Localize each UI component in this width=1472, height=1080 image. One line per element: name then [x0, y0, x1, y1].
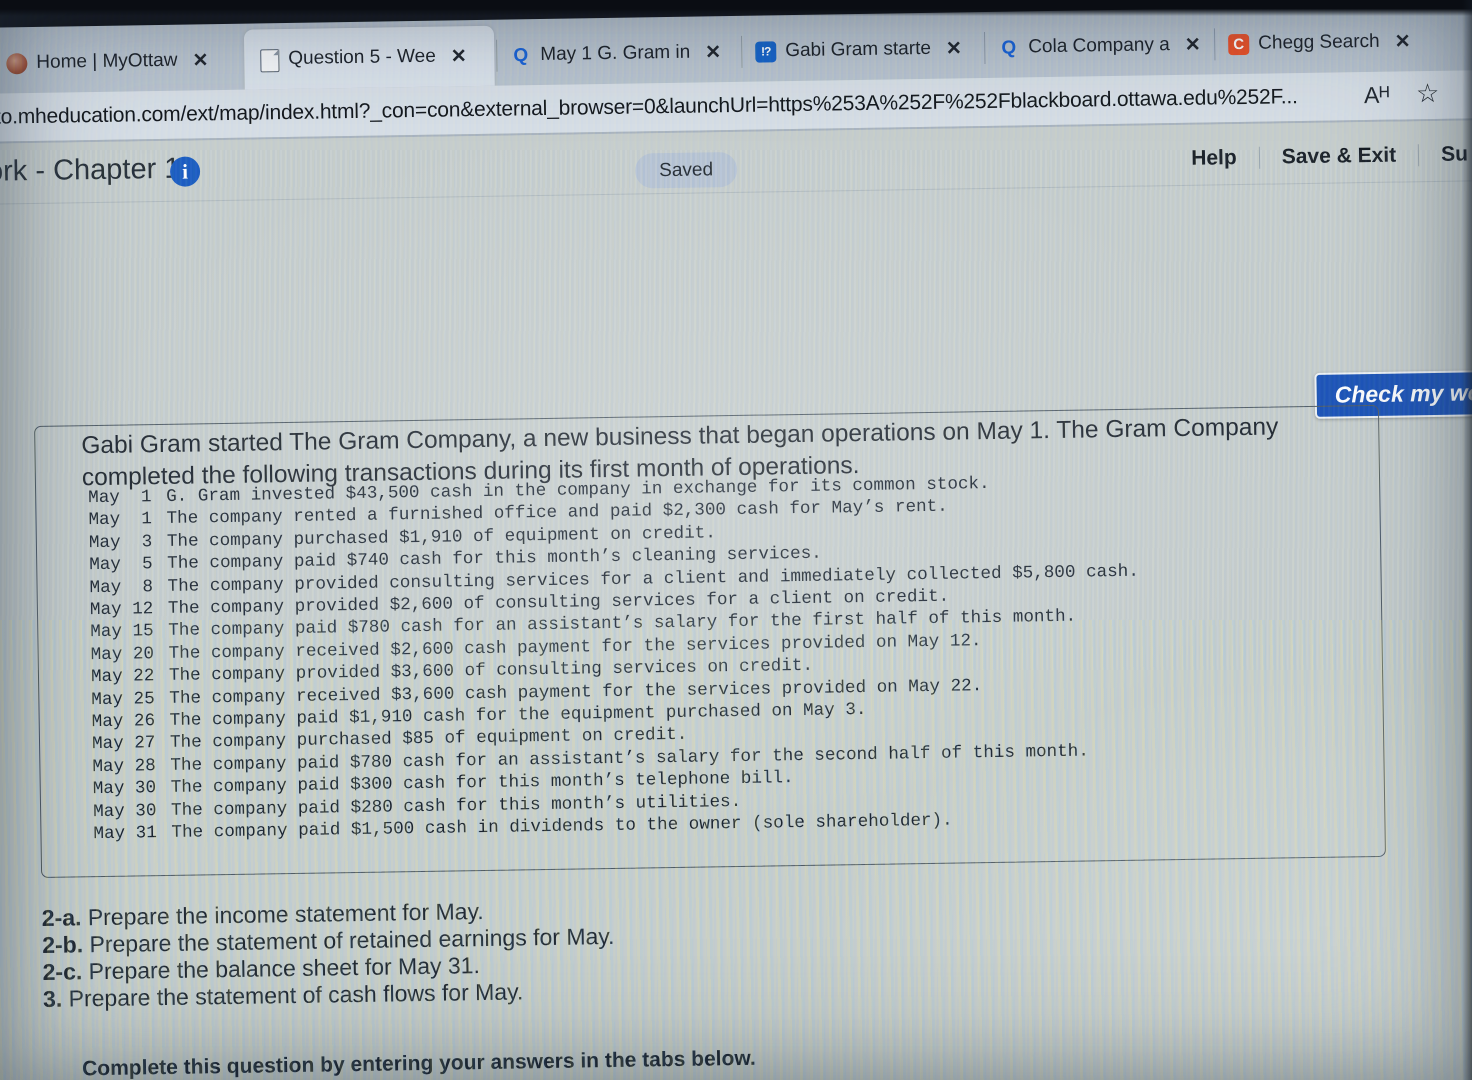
brainly-favicon: !? — [755, 40, 777, 63]
transaction-date: May 3 — [88, 531, 153, 553]
transactions-list: May 1 G. Gram invested $43,500 cash in th… — [88, 467, 1383, 846]
requirement-label: 2-b. — [42, 931, 84, 958]
close-icon[interactable]: ✕ — [946, 37, 962, 60]
save-and-exit-button[interactable]: Save & Exit — [1260, 143, 1419, 169]
add-to-favorites-icon[interactable]: ☆ — [1416, 78, 1440, 109]
close-icon[interactable]: ✕ — [192, 49, 208, 72]
transaction-date: May 26 — [91, 711, 156, 733]
transaction-date: May 30 — [92, 800, 157, 822]
browser-tab-4[interactable]: Q Cola Company a ✕ — [983, 14, 1215, 78]
transaction-date: May 27 — [91, 733, 156, 755]
transaction-date: May 22 — [90, 666, 155, 688]
document-favicon — [258, 48, 280, 72]
browser-tab-title: Cola Company a — [1028, 34, 1170, 58]
tab-separator — [983, 32, 986, 65]
browser-tab-title: Gabi Gram starte — [785, 37, 932, 62]
connect-page: work - Chapter 1 i Saved Help Save & Exi… — [0, 120, 1472, 1080]
transaction-date: May 15 — [90, 621, 154, 643]
browser-tab-5[interactable]: C Chegg Search ✕ — [1213, 11, 1450, 75]
browser-tab-title: May 1 G. Gram in — [540, 41, 691, 66]
transaction-date: May 8 — [89, 576, 154, 598]
requirement-label: 2-c. — [42, 958, 83, 985]
submit-button[interactable]: Su — [1419, 142, 1472, 167]
transaction-date: May 30 — [92, 778, 157, 800]
search-favicon: Q — [513, 44, 529, 66]
close-icon[interactable]: ✕ — [1185, 33, 1201, 56]
browser-tab-title: Question 5 - Wee — [288, 45, 436, 69]
chegg-favicon: C — [1228, 33, 1250, 55]
transaction-date: May 31 — [93, 823, 157, 845]
requirement-label: 2-a. — [41, 904, 82, 931]
screen-surface: Home | MyOttaw ✕ Question 5 - Wee ✕ Q Ma… — [0, 0, 1472, 1080]
browser-tab-2[interactable]: Q May 1 G. Gram in ✕ — [496, 22, 742, 86]
close-icon[interactable]: ✕ — [1394, 30, 1410, 53]
transaction-date: May 28 — [92, 756, 156, 778]
info-icon[interactable]: i — [169, 156, 201, 187]
myottawa-favicon — [6, 52, 28, 74]
transaction-date: May 5 — [89, 554, 153, 576]
browser-tab-3[interactable]: !? Gabi Gram starte ✕ — [741, 18, 985, 82]
requirements-list: 2-a. Prepare the income statement for Ma… — [42, 891, 944, 1013]
tab-separator — [1213, 28, 1216, 61]
tab-separator — [496, 39, 498, 72]
browser-tab-0[interactable]: Home | MyOttaw ✕ — [0, 30, 243, 94]
tab-separator — [741, 35, 743, 68]
help-button[interactable]: Help — [1169, 146, 1259, 171]
header-actions: Help Save & Exit Su — [1169, 142, 1472, 171]
transaction-date: May 12 — [89, 599, 154, 621]
page-title: work - Chapter 1 — [0, 153, 181, 189]
browser-tab-title: Home | MyOttaw — [36, 49, 178, 73]
close-icon[interactable]: ✕ — [705, 41, 721, 64]
complete-instruction: Complete this question by entering your … — [81, 1046, 756, 1080]
status-badge: Saved — [634, 151, 738, 189]
requirement-label: 3. — [42, 985, 63, 1012]
transaction-date: May 1 — [88, 509, 153, 531]
transaction-date: May 1 — [88, 487, 152, 509]
browser-tab-1[interactable]: Question 5 - Wee ✕ — [243, 25, 495, 90]
read-aloud-icon[interactable]: Aᴴ — [1364, 82, 1390, 109]
photo-of-monitor: Home | MyOttaw ✕ Question 5 - Wee ✕ Q Ma… — [0, 0, 1472, 1080]
transaction-date: May 20 — [90, 644, 155, 665]
search-favicon: Q — [1001, 37, 1017, 59]
transaction-date: May 25 — [91, 688, 155, 710]
close-icon[interactable]: ✕ — [451, 45, 467, 68]
browser-tab-title: Chegg Search — [1258, 30, 1380, 54]
